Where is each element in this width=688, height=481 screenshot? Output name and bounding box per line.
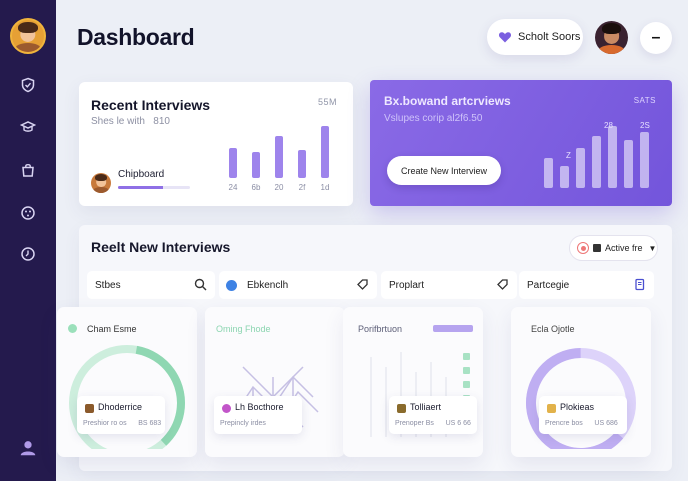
- promo-subtitle: Vslupes corip al2f6.50: [384, 113, 483, 124]
- tile-info-card: Tolliaert Prenoper Bs US 6 66: [389, 396, 477, 434]
- chart-bar: [229, 148, 237, 178]
- shield-icon[interactable]: [18, 75, 38, 95]
- chart-bar: [321, 126, 329, 178]
- status-dropdown[interactable]: Active fre ▼: [569, 235, 658, 261]
- palette-icon[interactable]: [18, 203, 38, 223]
- status-label: Active fre: [605, 243, 643, 253]
- promo-chart-label: 2S: [640, 121, 650, 130]
- tile-title: Ecla Ojotle: [531, 324, 575, 334]
- tile-card-name: Lh Bocthore: [235, 402, 284, 412]
- bar-label: 6b: [252, 183, 261, 192]
- promo-chart-label: Z: [566, 151, 571, 160]
- user-avatar[interactable]: [10, 18, 46, 54]
- warning-icon: [547, 404, 556, 413]
- tile-card-sub: Prenoper Bs US 6 66: [395, 420, 471, 427]
- tile-card-name: Dhoderrice: [98, 402, 143, 412]
- tile-info-card: Dhoderrice Preshior ro os BS 683: [77, 396, 165, 434]
- bar-label: 1d: [321, 183, 330, 192]
- clock-icon[interactable]: [18, 244, 38, 264]
- chart-bar: [275, 136, 283, 178]
- promo-chart-label: 28: [604, 121, 613, 130]
- tile-title: Cham Esme: [87, 324, 137, 334]
- pill-label: Scholt Soors: [518, 31, 581, 43]
- card-subtitle: Shes le with 810: [91, 116, 170, 127]
- heart-icon: [498, 32, 512, 43]
- filter-search[interactable]: Stbes: [87, 271, 215, 299]
- filter-label: Ebkenclh: [247, 279, 289, 291]
- promo-chart-bar: [544, 158, 553, 188]
- tile-card-name: Tolliaert: [410, 402, 442, 412]
- chip-label: Chipboard: [118, 169, 165, 180]
- sidebar: [0, 0, 56, 481]
- tile-card-name: Plokieas: [560, 402, 595, 412]
- search-icon: [194, 278, 207, 291]
- graduation-cap-icon[interactable]: [18, 117, 38, 137]
- promo-chart-bar: [640, 132, 649, 188]
- chip-progress-bar: [118, 186, 190, 189]
- bar-label: 2f: [299, 183, 306, 192]
- tile-card-sub: Prencre bos US 686: [545, 420, 618, 427]
- promo-chart-bar: [608, 126, 617, 188]
- record-icon: [577, 242, 589, 254]
- tile-card-sub: Prepincly irdes: [220, 420, 266, 427]
- user-icon[interactable]: [17, 437, 39, 459]
- filter-label: Proplart: [389, 279, 425, 291]
- promo-bar-chart: 28 2S Z: [544, 121, 650, 188]
- tag-icon: [222, 404, 231, 413]
- check-icon: [68, 324, 77, 333]
- chevron-down-icon: ▼: [648, 243, 657, 253]
- chart-bar: [252, 152, 260, 178]
- tile-title: Porifbrtuon: [358, 324, 403, 334]
- bar-label: 24: [229, 183, 238, 192]
- promo-count: SATS: [633, 96, 656, 105]
- check-icon: [226, 280, 237, 291]
- scholt-pill-button[interactable]: Scholt Soors: [487, 19, 583, 55]
- recent-interviews-card: Recent Interviews Shes le with 810 55M C…: [79, 82, 353, 206]
- tile-title: Oming Fhode: [216, 324, 271, 334]
- filter-partcegie[interactable]: Partcegie: [519, 271, 654, 299]
- card-title: Recent Interviews: [91, 97, 211, 113]
- panel-title: Reelt New Interviews: [91, 239, 231, 255]
- promo-chart-bar: [624, 140, 633, 188]
- minimize-button[interactable]: –: [640, 22, 672, 54]
- filter-ebkenclh[interactable]: Ebkenclh: [219, 271, 377, 299]
- tag-icon: [497, 279, 508, 290]
- promo-chart-bar: [592, 136, 601, 188]
- card-count: 55M: [317, 97, 337, 107]
- promo-chart-bar: [560, 166, 569, 188]
- chip-avatar: [91, 173, 111, 193]
- tag-label: [433, 325, 473, 332]
- filter-label: Stbes: [95, 279, 121, 291]
- tag-icon: [357, 279, 368, 290]
- promo-card: Bx.bowand artcrviews Vslupes corip al2f6…: [370, 80, 672, 206]
- recent-bar-chart: 24 6b 20 2f 1d: [229, 126, 330, 192]
- tile-info-card: Lh Bocthore Prepincly irdes: [214, 396, 302, 434]
- bag-icon[interactable]: [18, 160, 38, 180]
- promo-title: Bx.bowand artcrviews: [384, 94, 511, 108]
- create-new-interview-button[interactable]: Create New Interview: [387, 156, 501, 185]
- tile-info-card: Plokieas Prencre bos US 686: [539, 396, 627, 434]
- box-icon: [85, 404, 94, 413]
- page-title: Dashboard: [77, 24, 195, 50]
- tile-card-sub: Preshior ro os BS 683: [83, 420, 162, 427]
- bar-label: 20: [275, 183, 284, 192]
- new-interviews-panel: Reelt New Interviews Active fre ▼ Stbes …: [57, 225, 672, 471]
- promo-chart-bar: [576, 148, 585, 188]
- profile-avatar[interactable]: [595, 21, 628, 54]
- filter-label: Partcegie: [527, 279, 570, 291]
- document-icon: [635, 278, 645, 291]
- filter-proplart[interactable]: Proplart: [381, 271, 517, 299]
- flag-icon: [593, 244, 601, 252]
- chart-bar: [298, 150, 306, 178]
- interview-tile[interactable]: Porifbrtuon Tolliaert Prenoper Bs US 6 6…: [343, 307, 483, 457]
- interview-tile[interactable]: Ecla Ojotle Plokieas Prencre bos US 686: [511, 307, 651, 457]
- interview-tile[interactable]: Oming Fhode Lh Bocthore Prepincly irdes: [205, 307, 345, 457]
- puzzle-icon: [397, 404, 406, 413]
- interview-tile[interactable]: Cham Esme Dhoderrice Preshior ro os BS 6…: [57, 307, 197, 457]
